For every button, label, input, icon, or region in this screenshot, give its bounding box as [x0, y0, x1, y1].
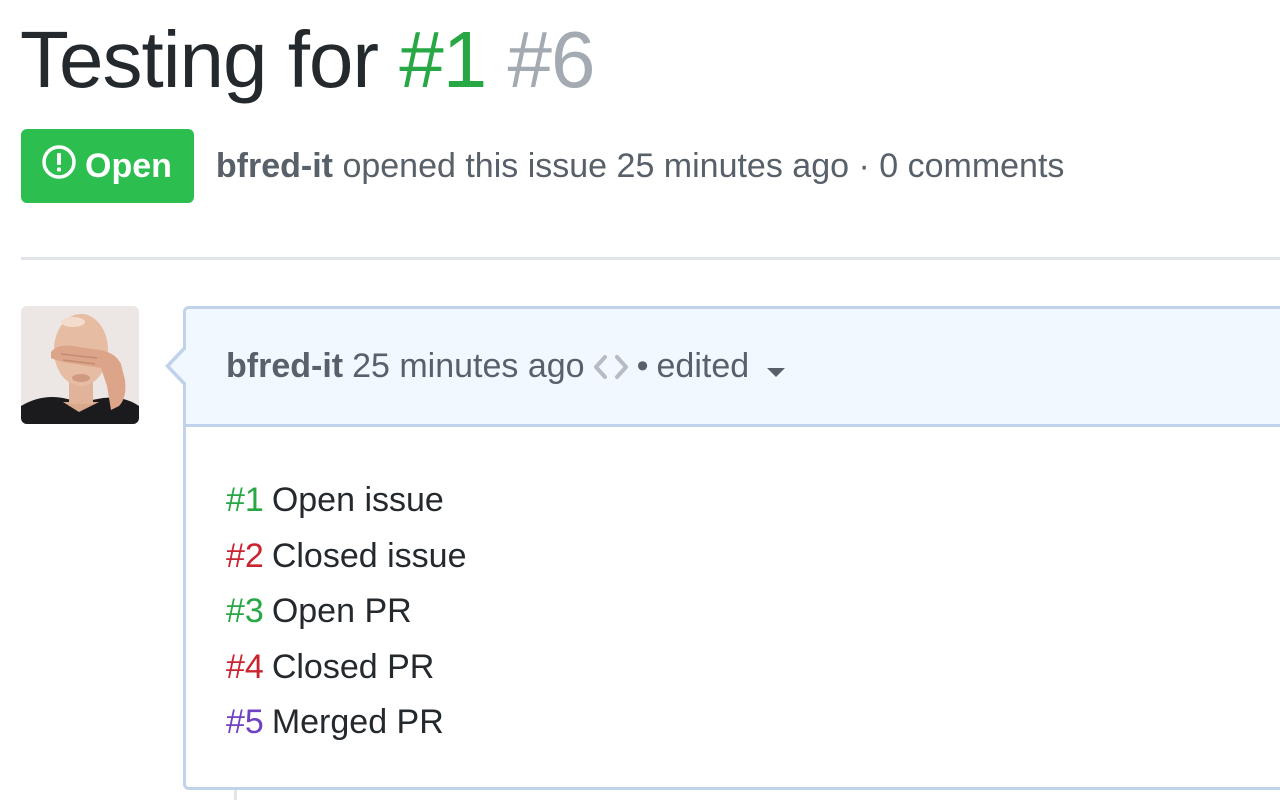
issue-author-link[interactable]: bfred-it: [216, 147, 333, 185]
issue-meta-text: bfred-it opened this issue 25 minutes ag…: [216, 147, 1065, 186]
issue-meta-details: opened this issue 25 minutes ago · 0 com…: [342, 146, 1065, 185]
issue-title-reference-link[interactable]: #1: [399, 15, 487, 104]
reference-label: Open PR: [271, 592, 412, 630]
avatar[interactable]: [21, 306, 139, 424]
issue-meta: Open bfred-it opened this issue 25 minut…: [21, 129, 1064, 203]
timeline-line: [234, 790, 237, 800]
comment-box: bfred-it 25 minutes ago • edited #1 Open…: [165, 306, 1280, 790]
reference-label: Open issue: [271, 481, 444, 519]
triangle-down-icon: [766, 367, 785, 377]
comment-header: bfred-it 25 minutes ago • edited: [186, 309, 1280, 427]
state-badge: Open: [21, 129, 194, 203]
reference-link[interactable]: #3: [226, 592, 264, 630]
comment-body: #1 Open issue #2 Closed issue #3 Open PR #4…: [186, 427, 1280, 751]
comment-timestamp-link[interactable]: 25 minutes ago: [352, 347, 585, 386]
issue-page: Testing for #1 #6 Open bfred-it opened t…: [0, 0, 1280, 800]
issue-title: Testing for #1 #6: [20, 14, 595, 106]
reference-label: Closed PR: [271, 647, 435, 686]
reference-label: Merged PR: [271, 703, 444, 741]
reference-item: #3 Open PR: [226, 584, 1280, 640]
reference-label: Closed issue: [271, 536, 467, 575]
reference-link[interactable]: #1: [226, 481, 264, 519]
reference-link[interactable]: #2: [226, 537, 264, 575]
issue-opened-icon: [41, 144, 85, 189]
comment-pointer-fill: [170, 347, 188, 385]
reference-item: #2 Closed issue: [226, 529, 1280, 585]
header-divider: [21, 257, 1280, 260]
issue-number: #6: [507, 15, 596, 104]
reference-item: #4 Closed PR: [226, 640, 1280, 696]
issue-title-text: Testing for: [20, 15, 379, 104]
reference-link[interactable]: #5: [226, 703, 264, 741]
reference-item: #5 Merged PR: [226, 695, 1280, 751]
reference-link[interactable]: #4: [226, 648, 264, 686]
separator-dot: •: [636, 347, 649, 385]
code-icon: [593, 354, 629, 380]
edited-label: edited: [656, 347, 750, 385]
reference-item: #1 Open issue: [226, 473, 1280, 529]
comment-author-link[interactable]: bfred-it: [226, 347, 343, 386]
state-label: Open: [85, 146, 172, 185]
edited-history-dropdown[interactable]: edited: [657, 347, 785, 386]
